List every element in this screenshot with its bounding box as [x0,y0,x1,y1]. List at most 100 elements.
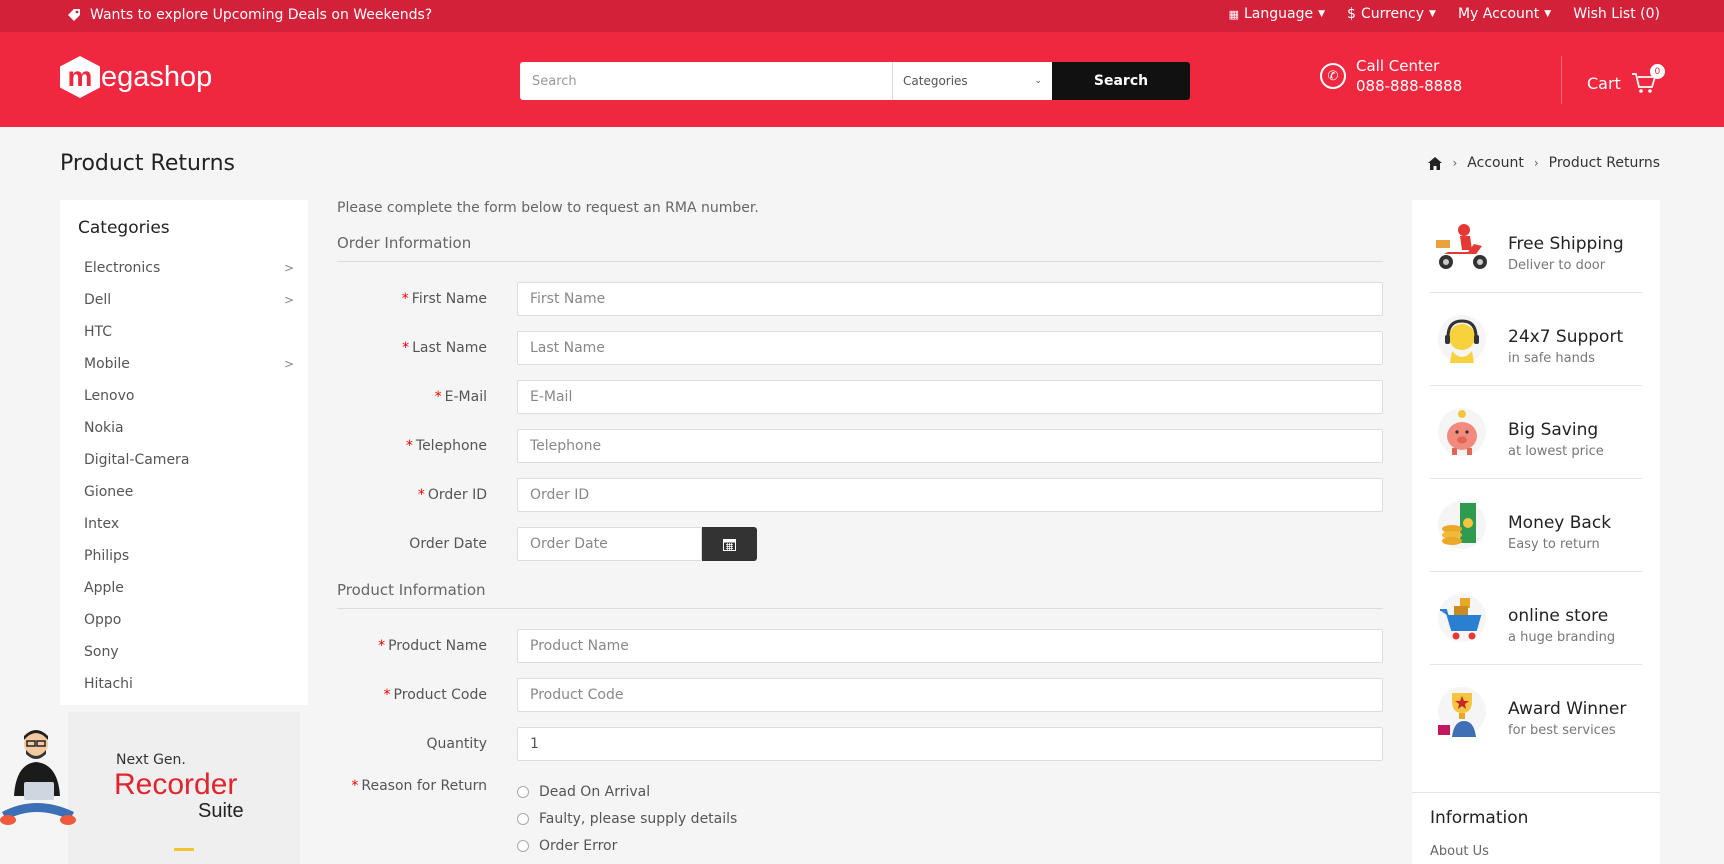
banner-accent-bar [174,848,194,851]
radio-circle [517,813,529,825]
home-icon[interactable] [1428,156,1443,170]
reason-row: * Reason for Return [337,776,1383,810]
category-item[interactable]: Apple [84,572,294,604]
wishlist-link[interactable]: Wish List (0) [1573,6,1660,22]
category-label: Dell [84,292,112,308]
order-date-label: Order Date [409,536,487,552]
top-bar: Wants to explore Upcoming Deals on Weeke… [0,0,1724,32]
category-item[interactable]: Hitachi [84,668,294,700]
call-center: ✆ Call Center 088-888-8888 [1320,56,1462,96]
telephone-field[interactable] [517,429,1383,463]
service-item: Money Back Easy to return [1430,479,1642,572]
chevron-down-icon: ▼ [1318,9,1326,19]
order-id-field[interactable] [517,478,1383,512]
flag-icon: ▦ [1228,7,1239,21]
reason-radio-option[interactable]: Faulty, please supply details [517,811,737,827]
required-marker: * [351,778,359,794]
cart-button[interactable]: Cart 0 [1587,64,1665,94]
calendar-button[interactable] [702,527,757,561]
service-item: Big Saving at lowest price [1430,386,1642,479]
product-name-row: * Product Name [337,629,1383,663]
last-name-label: * Last Name [402,340,487,356]
award-trophy-icon [1438,687,1486,737]
category-label: Nokia [84,420,124,436]
service-title: 24x7 Support [1508,327,1624,347]
radio-circle [517,840,529,852]
chevron-down-icon: ⌄ [1034,76,1042,86]
first-name-field[interactable] [517,282,1383,316]
chevron-down-icon: ▼ [1429,9,1436,19]
logo[interactable]: m egashop [60,56,212,98]
category-item[interactable]: Digital-Camera [84,444,294,476]
banner-line2: Recorder [114,768,238,801]
category-item[interactable]: Lenovo [84,380,294,412]
product-code-label-text: Product Code [393,687,487,703]
required-marker: * [378,638,386,654]
order-id-label: * Order ID [418,487,487,503]
email-field[interactable] [517,380,1383,414]
search-bar: Categories ⌄ Search [520,62,1190,100]
about-us-link[interactable]: About Us [1430,844,1489,859]
category-item[interactable]: Dell > [84,284,294,316]
section-divider [1412,792,1660,793]
required-marker: * [417,487,425,503]
shopping-cart-icon [1438,594,1486,642]
currency-dropdown[interactable]: $ Currency ▼ [1347,6,1436,22]
required-marker: * [405,438,413,454]
quantity-field[interactable] [517,727,1383,761]
service-subtitle: for best services [1508,723,1616,738]
order-date-field[interactable] [517,527,702,561]
reason-option-label: Dead On Arrival [539,784,651,800]
category-label: Philips [84,548,130,564]
reason-option-label: Faulty, please supply details [539,811,738,827]
promo-banner[interactable]: Next Gen. Recorder Suite [68,712,300,864]
service-subtitle: Deliver to door [1508,258,1606,273]
sidebar-title: Categories [78,218,170,238]
form-intro: Please complete the form below to reques… [337,200,759,216]
search-button[interactable]: Search [1052,62,1190,100]
category-select-label: Categories [903,74,968,88]
page-title: Product Returns [60,151,235,176]
last-name-field[interactable] [517,331,1383,365]
category-item[interactable]: Philips [84,540,294,572]
my-account-dropdown[interactable]: My Account ▼ [1458,6,1551,22]
service-title: Free Shipping [1508,234,1624,254]
category-label: Hitachi [84,676,133,692]
order-id-row: * Order ID [337,478,1383,512]
promo-link[interactable]: Wants to explore Upcoming Deals on Weeke… [66,7,432,23]
search-input[interactable] [520,62,892,100]
language-dropdown[interactable]: ▦ Language ▼ [1229,6,1325,22]
product-code-field[interactable] [517,678,1383,712]
chevron-right-icon: > [283,357,294,371]
category-label: Intex [84,516,120,532]
category-select[interactable]: Categories ⌄ [892,62,1052,100]
product-name-label-text: Product Name [388,638,487,654]
category-label: Gionee [84,484,134,500]
category-label: Oppo [84,612,122,628]
services-sidebar: Free Shipping Deliver to door 24x7 Suppo… [1412,200,1660,864]
category-item[interactable]: Mobile > [84,348,294,380]
support-headset-icon [1438,315,1486,363]
order-info-legend: Order Information [337,234,1383,262]
header: m egashop Categories ⌄ Search ✆ Call Cen… [0,32,1724,127]
service-subtitle: at lowest price [1508,444,1604,459]
category-item[interactable]: Electronics > [84,252,294,284]
category-label: Sony [84,644,119,660]
cart-count-badge: 0 [1649,64,1665,79]
product-name-field[interactable] [517,629,1383,663]
reason-radio-option[interactable]: Dead On Arrival [517,784,650,800]
category-item[interactable]: Intex [84,508,294,540]
required-marker: * [401,291,409,307]
my-account-label: My Account [1457,6,1540,22]
reason-radio-option[interactable]: Order Error [517,838,617,854]
category-item[interactable]: Sony [84,636,294,668]
breadcrumb-account[interactable]: Account [1467,155,1524,171]
call-center-number[interactable]: 088-888-8888 [1356,76,1462,96]
required-marker: * [434,389,442,405]
category-item[interactable]: Gionee [84,476,294,508]
calendar-icon [723,538,736,551]
category-item[interactable]: Nokia [84,412,294,444]
quantity-label: Quantity [426,736,488,752]
category-item[interactable]: HTC [84,316,294,348]
category-item[interactable]: Oppo [84,604,294,636]
